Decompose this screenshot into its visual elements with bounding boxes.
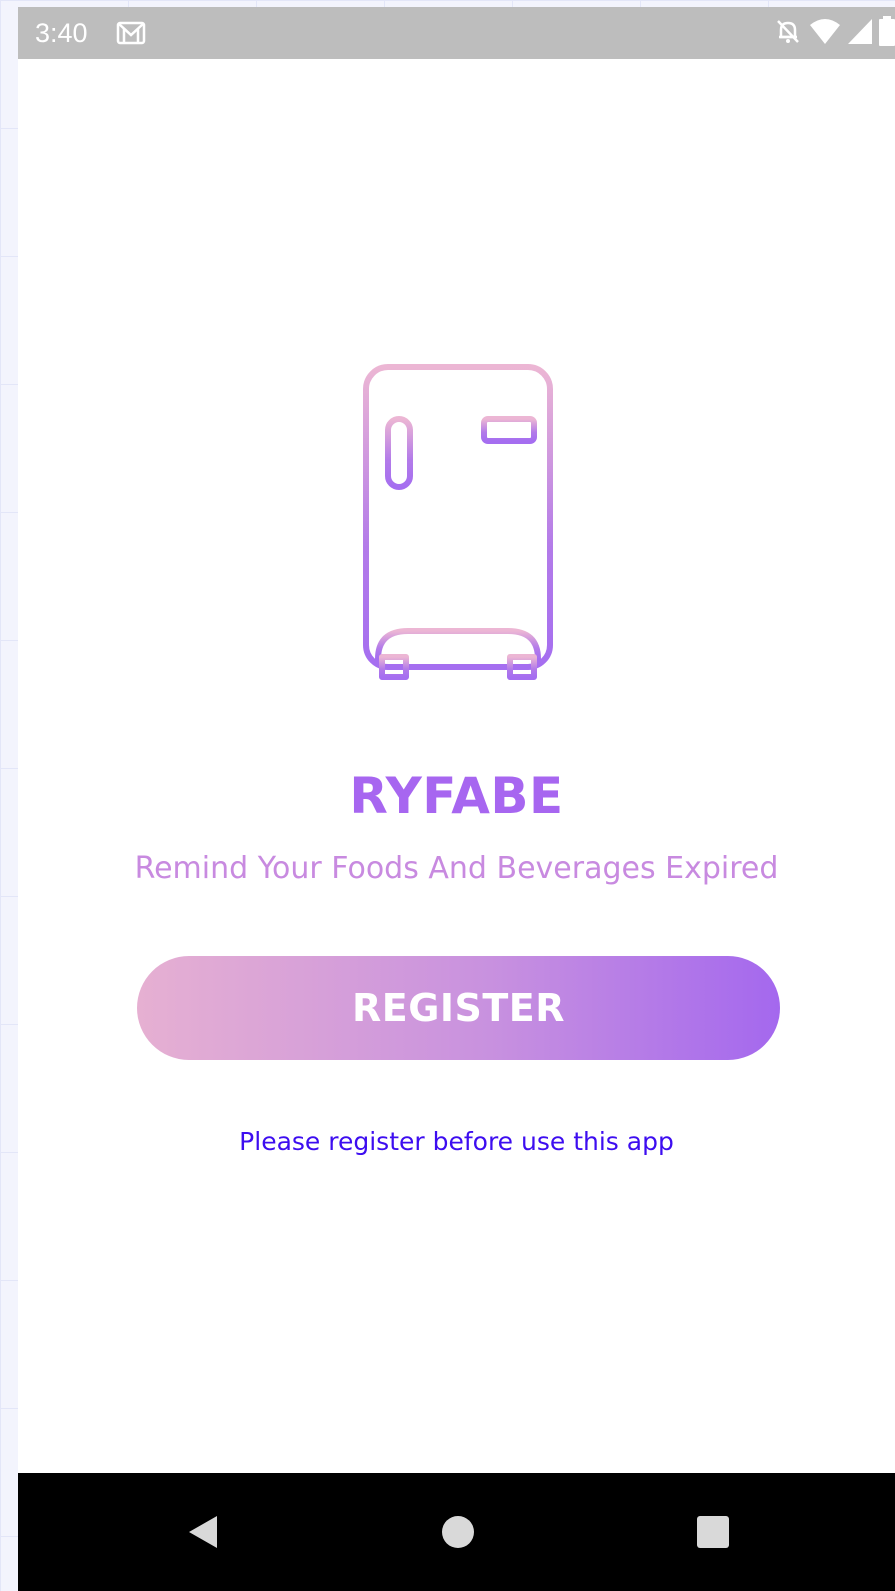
back-icon bbox=[189, 1516, 217, 1548]
status-time: 3:40 bbox=[35, 18, 88, 48]
recents-icon bbox=[697, 1516, 729, 1548]
splash-content: RYFABE Remind Your Foods And Beverages E… bbox=[18, 59, 895, 1473]
register-hint: Please register before use this app bbox=[239, 1127, 674, 1156]
status-bar: 3:40 bbox=[18, 7, 895, 59]
navigation-bar bbox=[18, 1473, 895, 1591]
wifi-icon bbox=[809, 17, 841, 49]
status-icons bbox=[773, 16, 895, 50]
home-button[interactable] bbox=[433, 1507, 483, 1557]
battery-icon bbox=[879, 16, 895, 50]
fridge-icon bbox=[358, 359, 558, 687]
app-tagline: Remind Your Foods And Beverages Expired bbox=[134, 851, 779, 886]
home-icon bbox=[442, 1516, 474, 1548]
recents-button[interactable] bbox=[688, 1507, 738, 1557]
gmail-icon bbox=[116, 20, 146, 46]
phone-screen: 3:40 RYFABE Remind Your Foods And Bevera… bbox=[18, 7, 895, 1591]
back-button[interactable] bbox=[178, 1507, 228, 1557]
register-button[interactable]: REGISTER bbox=[137, 956, 780, 1060]
notifications-off-icon bbox=[773, 16, 803, 50]
signal-icon bbox=[847, 17, 873, 49]
app-title: RYFABE bbox=[349, 767, 564, 825]
